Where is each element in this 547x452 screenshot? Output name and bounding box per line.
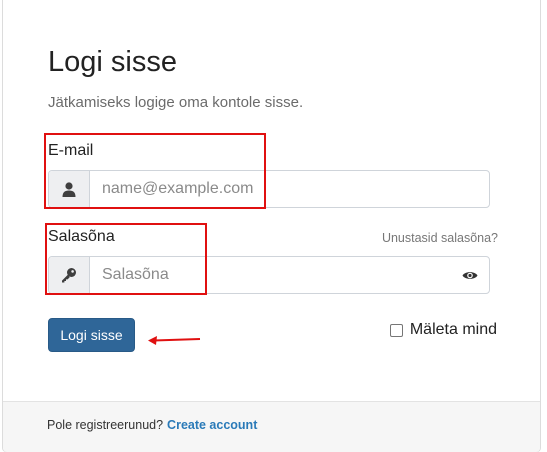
remember-me[interactable]: Mäleta mind <box>389 321 497 339</box>
login-button[interactable]: Logi sisse <box>48 318 135 352</box>
password-highlight-box <box>45 223 207 295</box>
footer-prompt-text: Pole registreerunud? <box>47 418 164 432</box>
remember-label: Mäleta mind <box>409 321 497 338</box>
email-highlight-box <box>44 133 266 209</box>
footer-prompt: Pole registreerunud? Create account <box>47 418 257 432</box>
forgot-password-link[interactable]: Unustasid salasõna? <box>382 231 498 245</box>
page-subtitle: Jätkamiseks logige oma kontole sisse. <box>48 94 304 111</box>
create-account-link[interactable]: Create account <box>167 418 257 432</box>
page-title: Logi sisse <box>48 46 177 78</box>
remember-checkbox[interactable] <box>389 323 403 337</box>
eye-icon[interactable] <box>451 257 489 293</box>
arrow-icon <box>148 336 201 345</box>
